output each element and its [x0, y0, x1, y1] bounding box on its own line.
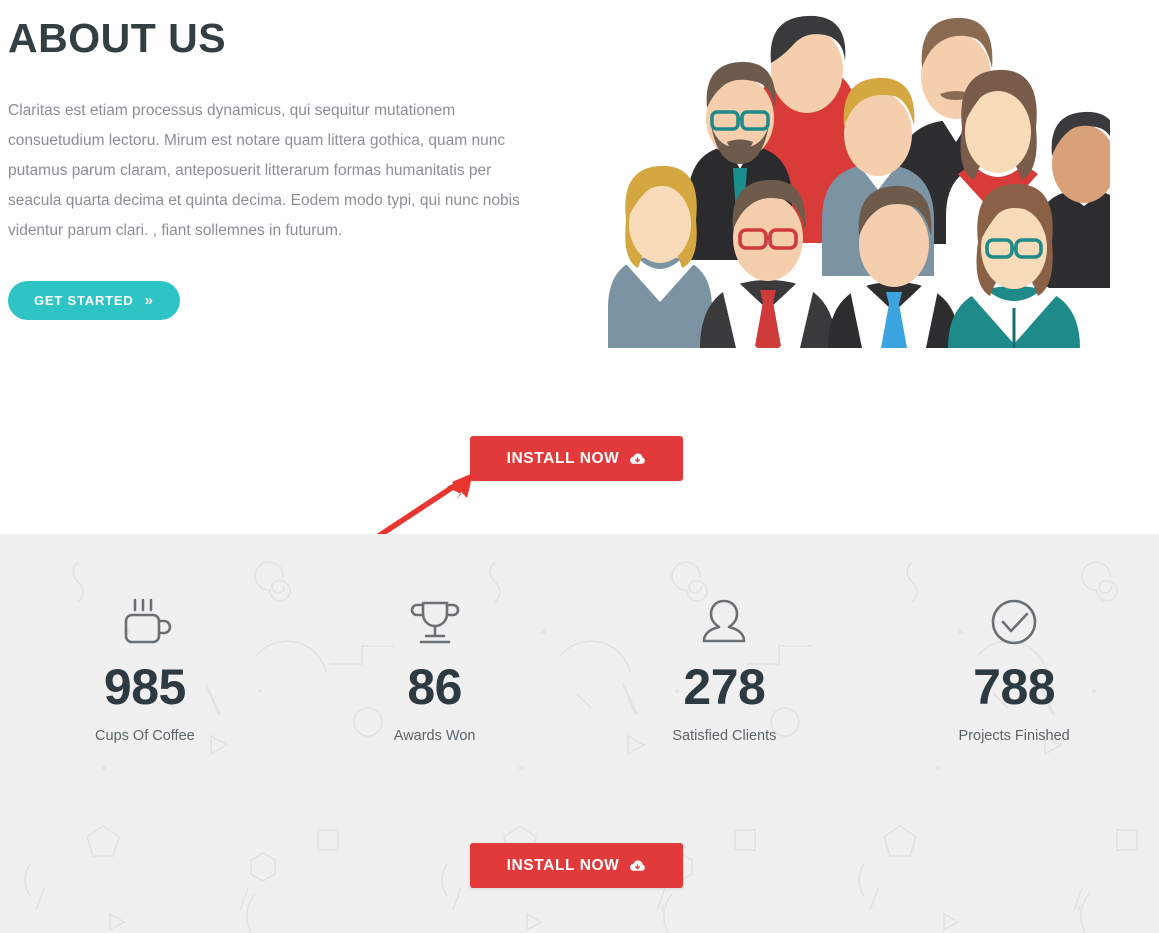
counter-label: Satisfied Clients	[672, 728, 777, 744]
counter-item-awards-won: 86 Awards Won	[290, 596, 580, 744]
cloud-download-icon	[629, 859, 646, 873]
user-icon	[580, 596, 870, 648]
counters-row: 985 Cups Of Coffee 86 Awards Won 278 Sat…	[0, 596, 1159, 744]
page-title: ABOUT US	[8, 15, 227, 61]
team-group-illustration	[590, 8, 1110, 348]
install-now-label-bottom: INSTALL NOW	[506, 856, 620, 874]
about-section: ABOUT US Claritas est etiam processus dy…	[0, 0, 1159, 534]
get-started-button[interactable]: GET STARTED »	[8, 281, 180, 320]
counter-value: 985	[103, 659, 186, 715]
counter-value: 278	[683, 659, 766, 715]
counter-label: Cups Of Coffee	[95, 728, 195, 744]
counter-value: 86	[407, 659, 462, 715]
install-now-label-top: INSTALL NOW	[506, 449, 620, 467]
double-chevron-right-icon: »	[144, 292, 154, 309]
counter-item-satisfied-clients: 278 Satisfied Clients	[580, 596, 870, 744]
counter-item-cups-of-coffee: 985 Cups Of Coffee	[0, 596, 290, 744]
about-text-block: ABOUT US Claritas est etiam processus dy…	[8, 15, 548, 246]
get-started-label: GET STARTED	[34, 293, 134, 308]
counter-item-projects-finished: 788 Projects Finished	[869, 596, 1159, 744]
counter-label: Projects Finished	[958, 728, 1070, 744]
counter-label: Awards Won	[393, 728, 476, 744]
install-now-button-bottom[interactable]: INSTALL NOW	[470, 843, 683, 888]
counter-section: 985 Cups Of Coffee 86 Awards Won 278 Sat…	[0, 534, 1159, 933]
counter-value: 788	[973, 659, 1056, 715]
trophy-icon	[290, 596, 580, 648]
check-circle-icon	[869, 596, 1159, 648]
coffee-cup-icon	[0, 596, 290, 648]
install-now-button-top[interactable]: INSTALL NOW	[470, 436, 683, 481]
cloud-download-icon	[629, 452, 646, 466]
about-paragraph: Claritas est etiam processus dynamicus, …	[8, 102, 520, 240]
